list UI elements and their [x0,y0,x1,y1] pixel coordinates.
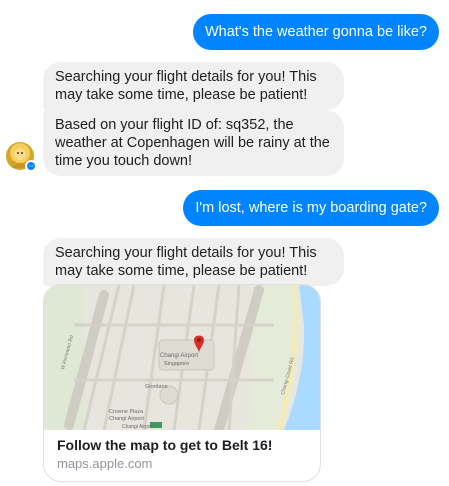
message-text: I'm lost, where is my boarding gate? [195,200,427,216]
outgoing-message[interactable]: What's the weather gonna be like? [192,14,439,50]
incoming-message[interactable]: Based on your flight ID of: sq352, the w… [43,110,344,176]
map-label-giordano: Giordano [145,384,168,390]
message-text: What's the weather gonna be like? [204,24,427,40]
messenger-badge-icon [25,160,37,172]
message-text: Searching your flight details for you! T… [55,69,317,103]
map-label-hotel: Crowne Plaza [109,409,144,415]
map-image: Changi Airport Singapore Giordano Crowne… [44,285,320,435]
message-text: Based on your flight ID of: sq352, the w… [55,117,330,169]
card-title: Follow the map to get to Belt 16! [57,437,273,453]
map-preview[interactable]: Changi Airport Singapore Giordano Crowne… [44,285,320,435]
outgoing-message[interactable]: I'm lost, where is my boarding gate? [183,190,439,226]
map-label-airport: Changi Airport [160,353,198,359]
incoming-message[interactable]: Searching your flight details for you! T… [43,238,344,286]
link-card[interactable]: Changi Airport Singapore Giordano Crowne… [43,284,321,482]
map-label-badge: Changi Airport [122,424,154,430]
card-domain: maps.apple.com [57,456,153,471]
map-label-airport-sub: Singapore [164,361,189,367]
map-label-hotel-sub: Changi Airport [109,416,144,422]
incoming-message[interactable]: Searching your flight details for you! T… [43,62,344,110]
avatar[interactable] [6,142,37,172]
message-text: Searching your flight details for you! T… [55,245,317,279]
